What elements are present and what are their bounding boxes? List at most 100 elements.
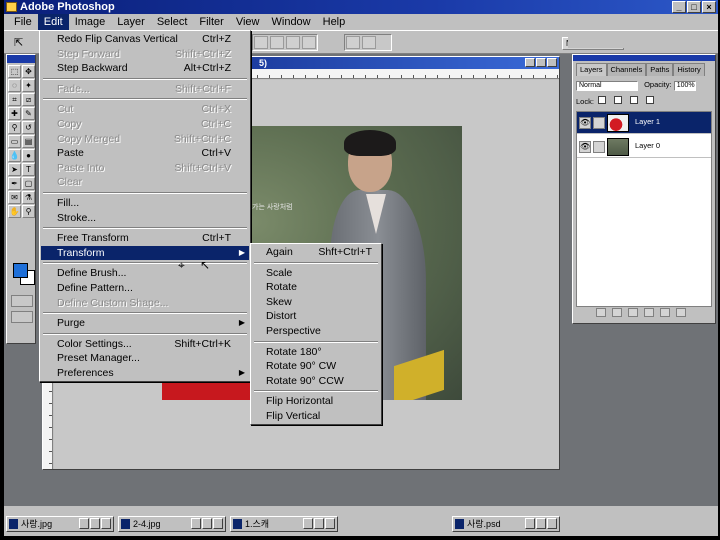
- new-layer-icon[interactable]: [660, 308, 670, 317]
- doc-close-button[interactable]: [547, 58, 557, 67]
- close-button[interactable]: [101, 518, 111, 529]
- menu-item-transform[interactable]: Transform ▶: [41, 245, 249, 261]
- menu-item-fill[interactable]: Fill...: [41, 196, 249, 211]
- menu-item-distort[interactable]: Distort: [252, 309, 380, 324]
- menu-item-color-settings[interactable]: Color Settings... Shift+Ctrl+K: [41, 337, 249, 352]
- tab-channels[interactable]: Channels: [606, 63, 647, 76]
- brush-tool-icon[interactable]: ✎: [22, 107, 35, 120]
- move-tool-icon[interactable]: ✥: [22, 65, 35, 78]
- crop-tool-icon[interactable]: ⌗: [8, 93, 21, 106]
- menu-item-free-transform[interactable]: Free Transform Ctrl+T: [41, 231, 249, 246]
- move-tool-icon[interactable]: ⇱: [14, 36, 23, 49]
- menu-item-perspective[interactable]: Perspective: [252, 324, 380, 339]
- gradient-tool-icon[interactable]: ▤: [22, 135, 35, 148]
- clone-stamp-icon[interactable]: ⚲: [8, 121, 21, 134]
- close-button[interactable]: ×: [702, 1, 716, 13]
- eraser-tool-icon[interactable]: ▭: [8, 135, 21, 148]
- dodge-tool-icon[interactable]: ●: [22, 149, 35, 162]
- pen-tool-icon[interactable]: ✒: [8, 177, 21, 190]
- doc-maximize-button[interactable]: [536, 58, 546, 67]
- opacity-input[interactable]: 100%: [673, 81, 696, 91]
- menu-item-purge[interactable]: Purge ▶: [41, 316, 249, 331]
- menu-item-rotate-90-cw[interactable]: Rotate 90° CW: [252, 359, 380, 374]
- marquee-tool-icon[interactable]: ⬚: [8, 65, 21, 78]
- minimize-button[interactable]: _: [672, 1, 686, 13]
- menu-view[interactable]: View: [230, 14, 266, 30]
- maximize-button[interactable]: [314, 518, 324, 529]
- layer-row[interactable]: 👁 Layer 1: [577, 112, 711, 134]
- menu-item-cut[interactable]: Cut Ctrl+X: [41, 102, 249, 117]
- zoom-tool-icon[interactable]: ⚲: [22, 205, 35, 218]
- menu-item-step-forward[interactable]: Step Forward Shift+Ctrl+Z: [41, 47, 249, 62]
- visibility-eye-icon[interactable]: 👁: [579, 141, 591, 153]
- menu-item-clear[interactable]: Clear: [41, 175, 249, 190]
- eyedropper-tool-icon[interactable]: ⚗: [22, 191, 35, 204]
- menu-image[interactable]: Image: [69, 14, 112, 30]
- blend-mode-select[interactable]: Normal: [576, 81, 638, 91]
- distribute-buttons[interactable]: [344, 34, 392, 67]
- tab-paths[interactable]: Paths: [646, 63, 674, 76]
- tab-history[interactable]: History: [673, 63, 705, 76]
- align-buttons[interactable]: [252, 34, 318, 51]
- menu-item-define-brush[interactable]: Define Brush...: [41, 266, 249, 281]
- history-brush-icon[interactable]: ↺: [22, 121, 35, 134]
- layer-style-icon[interactable]: [596, 308, 606, 317]
- shape-tool-icon[interactable]: ▢: [22, 177, 35, 190]
- restore-button[interactable]: [79, 518, 89, 529]
- type-tool-icon[interactable]: T: [22, 163, 35, 176]
- menu-item-define-pattern[interactable]: Define Pattern...: [41, 281, 249, 296]
- menu-item-paste[interactable]: Paste Ctrl+V: [41, 146, 249, 161]
- menu-filter[interactable]: Filter: [193, 14, 229, 30]
- menu-item-copy-merged[interactable]: Copy Merged Shift+Ctrl+C: [41, 132, 249, 147]
- menu-item-again[interactable]: Again Shft+Ctrl+T: [252, 245, 380, 260]
- restore-button[interactable]: [525, 518, 535, 529]
- lock-all-checkbox[interactable]: [646, 96, 655, 104]
- blur-tool-icon[interactable]: 💧: [8, 149, 21, 162]
- doc-minimize-button[interactable]: [525, 58, 535, 67]
- menu-item-skew[interactable]: Skew: [252, 295, 380, 310]
- quick-mask-icon[interactable]: [11, 295, 33, 307]
- minimized-document[interactable]: 2-4.jpg: [118, 516, 226, 532]
- menu-item-rotate[interactable]: Rotate: [252, 280, 380, 295]
- menu-item-preferences[interactable]: Preferences ▶: [41, 366, 249, 381]
- magic-wand-tool-icon[interactable]: ✦: [22, 79, 35, 92]
- restore-button[interactable]: [191, 518, 201, 529]
- tab-layers[interactable]: Layers: [576, 63, 607, 76]
- adjustment-layer-icon[interactable]: [644, 308, 654, 317]
- menu-select[interactable]: Select: [151, 14, 194, 30]
- menu-item-rotate-90-ccw[interactable]: Rotate 90° CCW: [252, 374, 380, 389]
- layer-mask-icon[interactable]: [612, 308, 622, 317]
- menu-file[interactable]: File: [8, 14, 38, 30]
- slice-tool-icon[interactable]: ⧄: [22, 93, 35, 106]
- menu-layer[interactable]: Layer: [111, 14, 151, 30]
- close-button[interactable]: [325, 518, 335, 529]
- minimized-document[interactable]: 1.스캐: [230, 516, 338, 532]
- layers-palette-titlebar[interactable]: [573, 55, 715, 61]
- close-button[interactable]: [213, 518, 223, 529]
- menu-item-copy[interactable]: Copy Ctrl+C: [41, 117, 249, 132]
- screen-mode-icon[interactable]: [11, 311, 33, 323]
- layer-row[interactable]: 👁 Layer 0: [577, 136, 711, 158]
- lock-transparency-checkbox[interactable]: [598, 96, 607, 104]
- healing-brush-icon[interactable]: ✚: [8, 107, 21, 120]
- menu-window[interactable]: Window: [266, 14, 317, 30]
- menu-item-scale[interactable]: Scale: [252, 266, 380, 281]
- menu-help[interactable]: Help: [317, 14, 352, 30]
- restore-button[interactable]: [303, 518, 313, 529]
- minimized-document[interactable]: 사랑.jpg: [6, 516, 114, 532]
- menu-item-step-backward[interactable]: Step Backward Alt+Ctrl+Z: [41, 61, 249, 76]
- lock-position-checkbox[interactable]: [630, 96, 639, 104]
- maximize-button[interactable]: [536, 518, 546, 529]
- menu-edit[interactable]: Edit: [37, 14, 69, 30]
- menu-item-rotate-180[interactable]: Rotate 180°: [252, 345, 380, 360]
- menu-item-redo-flip-canvas-vertical[interactable]: Redo Flip Canvas Vertical Ctrl+Z: [41, 32, 249, 47]
- maximize-button[interactable]: □: [687, 1, 701, 13]
- foreground-color-swatch[interactable]: [13, 263, 28, 278]
- new-set-icon[interactable]: [628, 308, 638, 317]
- lasso-tool-icon[interactable]: ◌: [8, 79, 21, 92]
- menu-item-fade[interactable]: Fade... Shift+Ctrl+F: [41, 82, 249, 97]
- menu-item-define-custom-shape[interactable]: Define Custom Shape...: [41, 296, 249, 311]
- trash-icon[interactable]: [676, 308, 686, 317]
- menu-item-paste-into[interactable]: Paste Into Shift+Ctrl+V: [41, 161, 249, 176]
- minimized-document[interactable]: 사랑.psd: [452, 516, 560, 532]
